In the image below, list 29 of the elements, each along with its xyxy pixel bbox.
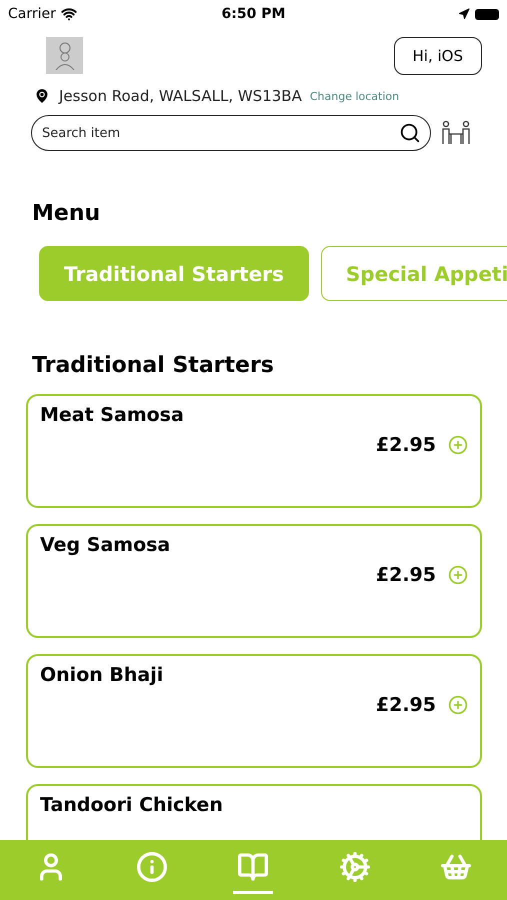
menu-item-card[interactable]: Meat Samosa £2.95: [26, 394, 482, 508]
change-location-link[interactable]: Change location: [310, 90, 400, 102]
carrier-label: Carrier: [8, 6, 56, 22]
add-icon[interactable]: [448, 435, 468, 455]
section-heading: Traditional Starters: [31, 352, 275, 378]
status-time: 6:50 PM: [222, 6, 286, 22]
search-icon[interactable]: [399, 122, 421, 144]
add-icon[interactable]: [448, 695, 468, 715]
wifi-icon: [60, 6, 77, 22]
item-name: Meat Samosa: [40, 404, 185, 426]
menu-book-icon: [237, 850, 270, 882]
settings-icon: [338, 850, 371, 882]
item-price: £2.95: [376, 564, 436, 586]
item-name: Veg Samosa: [40, 534, 172, 556]
menu-item-card[interactable]: Veg Samosa £2.95: [26, 524, 482, 638]
location-arrow-icon: [458, 8, 470, 20]
menu-item-card[interactable]: Onion Bhaji £2.95: [26, 654, 482, 768]
item-price: £2.95: [376, 694, 436, 716]
address-text: Jesson Road, WALSALL, WS13BA: [59, 87, 302, 105]
search-field[interactable]: Search item: [31, 115, 431, 151]
greeting-button[interactable]: Hi, iOS: [394, 37, 482, 75]
item-name: Onion Bhaji: [40, 664, 164, 686]
item-price: £2.95: [376, 434, 436, 456]
battery-icon: [474, 8, 499, 20]
dining-table-icon[interactable]: [441, 120, 471, 146]
item-name: Tandoori Chicken: [40, 794, 224, 816]
add-icon[interactable]: [448, 565, 468, 585]
info-icon: [136, 850, 168, 882]
menu-heading: Menu: [31, 200, 102, 226]
